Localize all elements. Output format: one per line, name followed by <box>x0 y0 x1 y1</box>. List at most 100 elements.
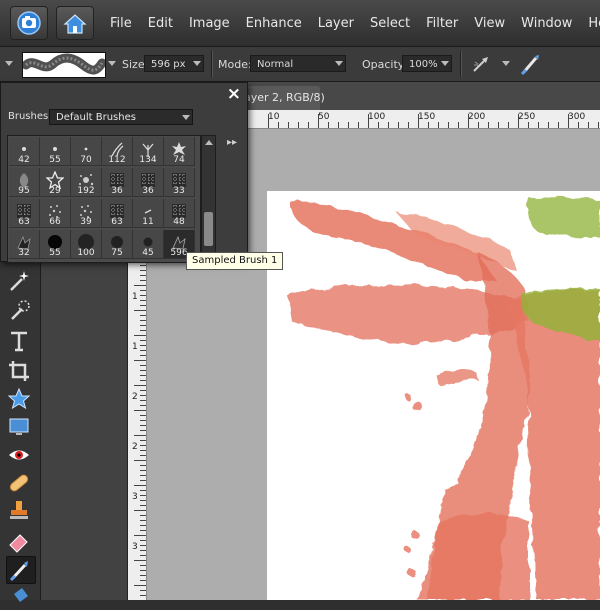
healing-brush-tool[interactable] <box>6 470 34 496</box>
opacity-dropdown-icon[interactable] <box>441 61 449 66</box>
brush-cell[interactable]: 63 <box>9 199 40 228</box>
menu-file[interactable]: File <box>110 16 132 31</box>
ruler-tick <box>140 315 146 316</box>
brush-cell[interactable]: 192 <box>71 168 102 197</box>
mode-dropdown-icon[interactable] <box>335 61 343 66</box>
menu-enhance[interactable]: Enhance <box>246 16 302 31</box>
ruler-tick <box>140 340 146 341</box>
ruler-tick <box>428 122 429 128</box>
brush-cell[interactable]: 95 <box>9 168 40 197</box>
ruler-tick <box>140 330 146 331</box>
brush-cell[interactable]: 75 <box>102 230 133 259</box>
brush-cell[interactable]: 55 <box>40 230 71 259</box>
menu-image[interactable]: Image <box>189 16 230 31</box>
tablet-settings-icon[interactable] <box>518 51 544 77</box>
scroll-up-icon[interactable] <box>205 140 213 145</box>
ruler-tick <box>488 122 489 128</box>
ruler-tick <box>140 325 146 326</box>
brush-cell[interactable]: 74 <box>164 137 195 166</box>
brush-size-label: 11 <box>142 217 154 227</box>
brush-grid-scrollbar[interactable] <box>201 135 216 261</box>
brush-cell[interactable]: 45 <box>133 230 164 259</box>
brush-cell[interactable]: 112 <box>102 137 133 166</box>
brush-cell[interactable]: 36 <box>102 168 133 197</box>
brush-tool[interactable] <box>6 556 36 584</box>
size-field[interactable]: 596 px <box>144 55 204 72</box>
ruler-tick <box>140 390 146 391</box>
brush-size-label: 33 <box>173 186 185 196</box>
brush-cell[interactable]: 100 <box>71 230 102 259</box>
document-canvas[interactable] <box>267 191 600 600</box>
ruler-tick <box>140 395 146 396</box>
opacity-field[interactable]: 100% <box>402 55 452 72</box>
brush-cell[interactable]: 39 <box>71 199 102 228</box>
menu-view[interactable]: View <box>474 16 505 31</box>
ruler-tick <box>568 114 569 128</box>
brush-preview[interactable] <box>22 52 106 78</box>
brush-cell[interactable]: 32 <box>9 230 40 259</box>
quick-selection-tool[interactable] <box>6 298 34 324</box>
brush-picker-dropdown-icon[interactable] <box>108 61 116 66</box>
brush-size-label: 95 <box>18 186 30 196</box>
ruler-tick <box>140 530 146 531</box>
home-icon <box>63 14 87 34</box>
brush-cell[interactable]: 29 <box>40 168 71 197</box>
red-eye-icon <box>9 450 29 460</box>
red-eye-tool[interactable] <box>6 442 34 468</box>
menu-edit[interactable]: Edit <box>148 16 173 31</box>
ruler-tick <box>140 405 146 406</box>
chevron-down-icon <box>182 115 190 120</box>
ruler-tick <box>134 385 146 386</box>
eraser-tool[interactable] <box>6 528 34 554</box>
ruler-tick <box>418 114 419 128</box>
brush-size-label: 63 <box>111 217 123 227</box>
ruler-tick <box>408 122 409 128</box>
brush-cell[interactable]: 33 <box>164 168 195 197</box>
menu-select[interactable]: Select <box>370 16 410 31</box>
tool-preset-dropdown-icon[interactable] <box>5 61 13 66</box>
ruler-tick <box>298 122 299 128</box>
separator <box>460 51 462 77</box>
home-button[interactable] <box>56 6 94 40</box>
mode-select[interactable]: Normal <box>250 55 346 72</box>
menu-filter[interactable]: Filter <box>426 16 458 31</box>
brush-cell[interactable]: 42 <box>9 137 40 166</box>
ruler-label: 200 <box>468 112 486 122</box>
airbrush-icon[interactable] <box>470 53 492 75</box>
brush-cell[interactable]: 134 <box>133 137 164 166</box>
brush-settings-dropdown-icon[interactable] <box>502 61 510 66</box>
brush-cell[interactable]: 55 <box>40 137 71 166</box>
brush-cell[interactable]: 70 <box>71 137 102 166</box>
ruler-tick <box>134 360 146 361</box>
brush-cell[interactable]: 66 <box>40 199 71 228</box>
ruler-tick <box>548 122 549 128</box>
ruler-tick <box>558 122 559 128</box>
paint-bucket-tool[interactable] <box>6 584 34 610</box>
brush-cell[interactable]: 36 <box>133 168 164 197</box>
brush-set-value: Default Brushes <box>56 112 136 123</box>
brush-set-select[interactable]: Default Brushes <box>49 109 193 125</box>
brush-cell[interactable]: 63 <box>102 199 133 228</box>
menu-help[interactable]: Help <box>588 16 600 31</box>
panel-menu-icon[interactable]: ▸▸ <box>227 137 237 148</box>
ruler-tick <box>140 540 146 541</box>
ruler-tick <box>140 280 146 281</box>
close-icon[interactable]: × <box>227 84 241 104</box>
straighten-tool[interactable] <box>6 414 34 440</box>
brush-cell[interactable]: 11 <box>133 199 164 228</box>
crop-tool[interactable] <box>6 358 34 384</box>
scroll-thumb[interactable] <box>204 212 213 246</box>
magic-wand-tool[interactable] <box>6 268 34 294</box>
ruler-tick <box>134 335 146 336</box>
size-dropdown-icon[interactable] <box>193 61 201 66</box>
clone-stamp-tool[interactable] <box>6 498 34 524</box>
brush-cell[interactable]: 48 <box>164 199 195 228</box>
cookie-cutter-tool[interactable] <box>6 386 34 412</box>
ruler-tick <box>140 470 146 471</box>
organizer-button[interactable] <box>10 6 48 40</box>
menu-window[interactable]: Window <box>521 16 572 31</box>
type-tool[interactable] <box>6 328 34 354</box>
brush-size-label: 75 <box>111 248 123 258</box>
menu-layer[interactable]: Layer <box>318 16 354 31</box>
ruler-tick <box>134 510 146 511</box>
